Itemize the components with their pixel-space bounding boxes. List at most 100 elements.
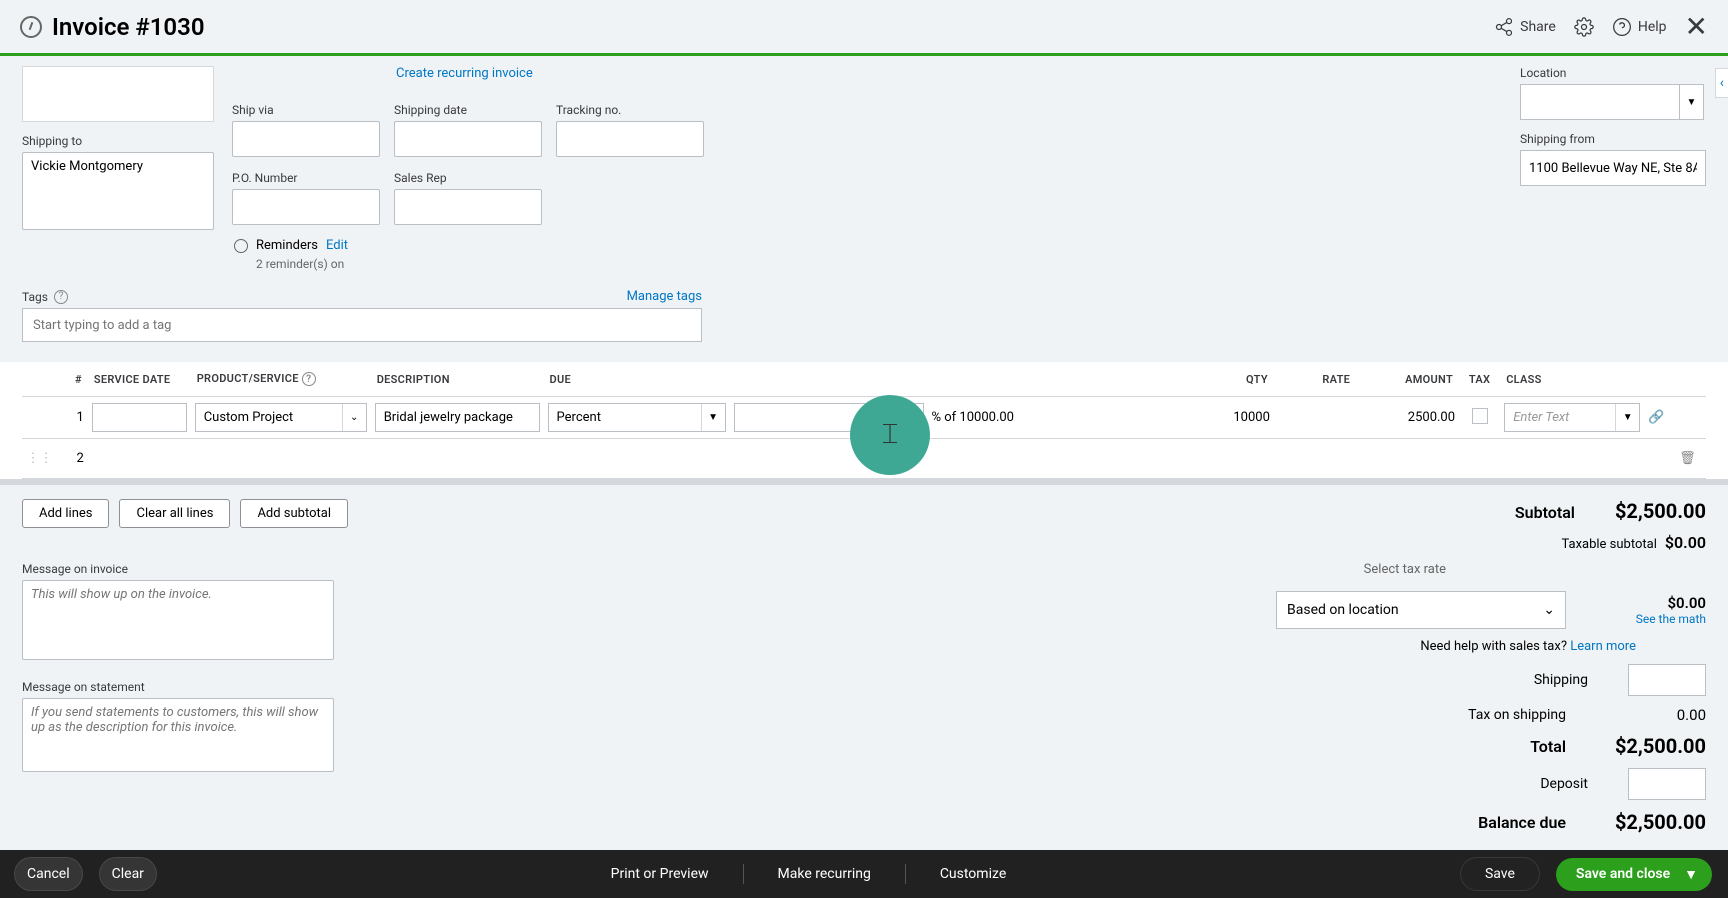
share-label: Share <box>1520 19 1556 35</box>
ship-via-label: Ship via <box>232 103 380 117</box>
help-icon <box>1612 17 1632 37</box>
share-button[interactable]: Share <box>1494 17 1556 37</box>
help-circle-icon[interactable]: ? <box>54 290 68 304</box>
balance-label: Balance due <box>1478 813 1566 832</box>
chevron-down-icon: ▼ <box>701 404 725 431</box>
due-type-select[interactable]: Percent ▼ <box>548 403 726 432</box>
deposit-row: Deposit <box>1276 768 1706 800</box>
help-tax-row: Need help with sales tax? Learn more <box>1420 639 1636 654</box>
sales-rep-label: Sales Rep <box>394 171 542 185</box>
clear-button[interactable]: Clear <box>99 857 157 891</box>
description-input[interactable] <box>375 403 540 432</box>
col-class: CLASS <box>1500 362 1644 397</box>
totals-column: Select tax rate Based on location ⌄ $0.0… <box>1276 562 1706 834</box>
see-math-link[interactable]: See the math <box>1606 612 1706 626</box>
refresh-icon[interactable] <box>20 16 42 38</box>
tax-checkbox[interactable] <box>1472 408 1488 424</box>
manage-tags-link[interactable]: Manage tags <box>627 289 702 304</box>
shipping-row: Shipping <box>1276 664 1706 696</box>
cancel-button[interactable]: Cancel <box>14 857 83 891</box>
header-left: Invoice #1030 <box>20 13 205 41</box>
shipping-date-input[interactable] <box>394 121 542 157</box>
table-separator <box>0 479 1728 485</box>
deposit-label: Deposit <box>1540 776 1588 792</box>
total-value: $2,500.00 <box>1606 734 1706 758</box>
close-icon[interactable]: ✕ <box>1685 10 1708 43</box>
line-action-buttons: Add lines Clear all lines Add subtotal <box>22 499 348 528</box>
shipping-to-group: Shipping to Vickie Montgomery <box>22 66 214 230</box>
due-note: % of 10000.00 <box>932 410 1014 425</box>
tags-input[interactable] <box>22 308 702 342</box>
help-label: Help <box>1638 19 1667 35</box>
ship-row: Ship via Shipping date Tracking no. <box>232 103 704 157</box>
location-select[interactable]: ▼ <box>1520 84 1706 120</box>
chevron-down-icon: ▼ <box>1684 866 1698 883</box>
drag-handle-icon[interactable]: ⋮⋮ <box>22 439 57 479</box>
trash-icon[interactable]: 🗑 <box>1675 439 1706 479</box>
col-product: PRODUCT/SERVICE ? <box>191 362 371 397</box>
col-service-date: SERVICE DATE <box>88 362 191 397</box>
ship-via-input[interactable] <box>232 121 380 157</box>
po-row: P.O. Number Sales Rep <box>232 171 704 225</box>
help-button[interactable]: Help <box>1612 17 1667 37</box>
col-num: # <box>57 362 88 397</box>
shipping-from-input[interactable] <box>1520 150 1706 186</box>
service-date-input[interactable] <box>92 403 187 432</box>
clock-icon <box>234 239 248 253</box>
save-close-button[interactable]: Save and close ▼ <box>1556 858 1712 891</box>
side-panel-toggle[interactable]: ‹ <box>1715 68 1728 98</box>
make-recurring-button[interactable]: Make recurring <box>760 858 889 890</box>
tags-header: Tags ? Manage tags <box>22 289 702 304</box>
deposit-input[interactable] <box>1628 768 1706 800</box>
qty-cell[interactable]: 10000 <box>1192 397 1274 439</box>
class-select[interactable]: Enter Text ▼ <box>1504 403 1640 432</box>
location-label: Location <box>1520 66 1706 80</box>
save-button[interactable]: Save <box>1460 857 1540 891</box>
col-tax: TAX <box>1459 362 1500 397</box>
balance-value: $2,500.00 <box>1606 810 1706 834</box>
tax-shipping-row: Tax on shipping 0.00 <box>1276 706 1706 724</box>
customize-button[interactable]: Customize <box>922 858 1024 890</box>
shipping-to-input[interactable]: Vickie Montgomery <box>22 152 214 230</box>
link-icon[interactable]: 🔗 <box>1644 397 1675 439</box>
add-lines-button[interactable]: Add lines <box>22 499 109 528</box>
message-invoice-input[interactable] <box>22 580 334 660</box>
gear-icon[interactable] <box>1574 17 1594 37</box>
po-number-label: P.O. Number <box>232 171 380 185</box>
row-num: 2 <box>57 439 88 479</box>
reminders-edit-link[interactable]: Edit <box>326 238 348 253</box>
clear-all-lines-button[interactable]: Clear all lines <box>119 499 230 528</box>
rate-cell[interactable] <box>1274 397 1356 439</box>
cursor-overlay: ⌶ <box>850 395 930 475</box>
tax-rate-select[interactable]: Based on location ⌄ <box>1276 591 1566 629</box>
recurring-link[interactable]: Create recurring invoice <box>396 66 704 81</box>
page-title: Invoice #1030 <box>52 13 205 41</box>
reminders-count: 2 reminder(s) on <box>256 257 1706 271</box>
tracking-no-input[interactable] <box>556 121 704 157</box>
help-circle-icon: ? <box>302 372 316 386</box>
message-statement-input[interactable] <box>22 698 334 772</box>
taxable-value: $0.00 <box>1665 533 1706 552</box>
product-service-select[interactable]: Custom Project ⌄ <box>195 403 367 432</box>
drag-handle-icon[interactable] <box>22 397 57 439</box>
col-amount: AMOUNT <box>1356 362 1459 397</box>
add-subtotal-button[interactable]: Add subtotal <box>240 499 348 528</box>
col-description: DESCRIPTION <box>371 362 544 397</box>
tracking-no-label: Tracking no. <box>556 103 704 117</box>
subtotal-value: $2,500.00 <box>1615 499 1706 523</box>
divider <box>743 864 744 884</box>
bottom-section: Message on invoice Message on statement … <box>22 562 1706 834</box>
share-icon <box>1494 17 1514 37</box>
sales-rep-input[interactable] <box>394 189 542 225</box>
tax-shipping-label: Tax on shipping <box>1468 707 1566 723</box>
taxable-label: Taxable subtotal <box>1561 537 1656 552</box>
print-preview-button[interactable]: Print or Preview <box>593 858 727 890</box>
shipping-date-label: Shipping date <box>394 103 542 117</box>
learn-more-link[interactable]: Learn more <box>1570 639 1636 654</box>
actions-row: Add lines Clear all lines Add subtotal S… <box>22 499 1706 552</box>
blank-box[interactable] <box>22 66 214 122</box>
text-cursor-icon: ⌶ <box>882 419 899 451</box>
po-number-input[interactable] <box>232 189 380 225</box>
shipping-input[interactable] <box>1628 664 1706 696</box>
amount-cell[interactable]: 2500.00 <box>1356 397 1459 439</box>
